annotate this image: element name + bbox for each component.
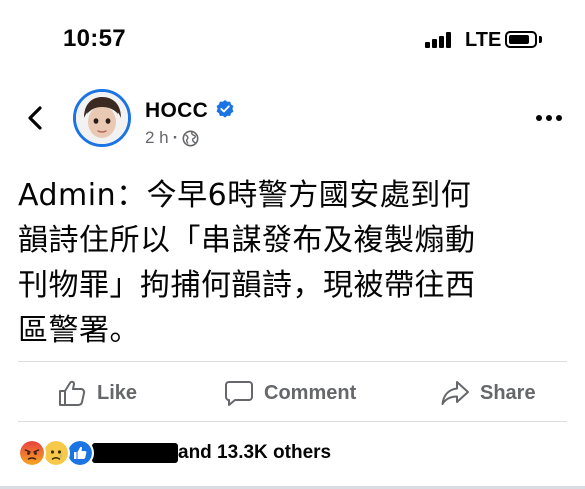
sad-reaction-icon — [42, 439, 70, 467]
share-button[interactable]: Share — [440, 376, 536, 410]
verified-badge-icon — [216, 100, 234, 118]
battery-icon — [505, 31, 537, 48]
page-name[interactable]: HOCC — [145, 99, 208, 123]
globe-icon — [182, 130, 199, 146]
meta-separator: · — [172, 128, 179, 147]
reactions-summary[interactable] — [18, 439, 94, 467]
status-bar: 10:57 LTE — [0, 0, 585, 80]
like-reaction-icon — [66, 439, 94, 467]
comment-bubble-icon — [225, 381, 253, 406]
comment-label: Comment — [264, 381, 357, 404]
reactions-count[interactable]: and 13.3K others — [178, 442, 331, 464]
status-time: 10:57 — [63, 25, 126, 52]
chevron-left-icon[interactable] — [22, 104, 50, 132]
post-text-line: 刊物罪」拘捕何韻詩，現被帶往西 — [18, 268, 476, 303]
more-horizontal-icon[interactable] — [534, 113, 564, 123]
cellular-signal-icon — [425, 32, 455, 48]
battery-tip — [539, 36, 542, 43]
divider — [18, 361, 567, 362]
redacted-names — [92, 443, 178, 463]
post-text: Admin：今早6時警方國安處到何 韻詩住所以「串謀發布及複製煽動 刊物罪」拘捕… — [18, 173, 573, 353]
angry-reaction-icon — [18, 439, 46, 467]
thumbs-up-icon — [59, 380, 86, 406]
post-text-line: 韻詩住所以「串謀發布及複製煽動 — [18, 223, 476, 258]
share-label: Share — [480, 381, 536, 404]
post-meta: 2 h · — [145, 128, 199, 148]
divider — [18, 421, 567, 422]
comment-button[interactable]: Comment — [224, 376, 356, 410]
avatar[interactable] — [73, 89, 131, 147]
like-button[interactable]: Like — [57, 376, 137, 410]
post-text-line: 區警署。 — [18, 313, 140, 348]
post-timestamp[interactable]: 2 h — [145, 128, 169, 148]
post-text-line: Admin：今早6時警方國安處到何 — [18, 178, 472, 213]
network-type: LTE — [465, 29, 502, 51]
share-arrow-icon — [441, 381, 469, 405]
like-label: Like — [97, 381, 138, 404]
